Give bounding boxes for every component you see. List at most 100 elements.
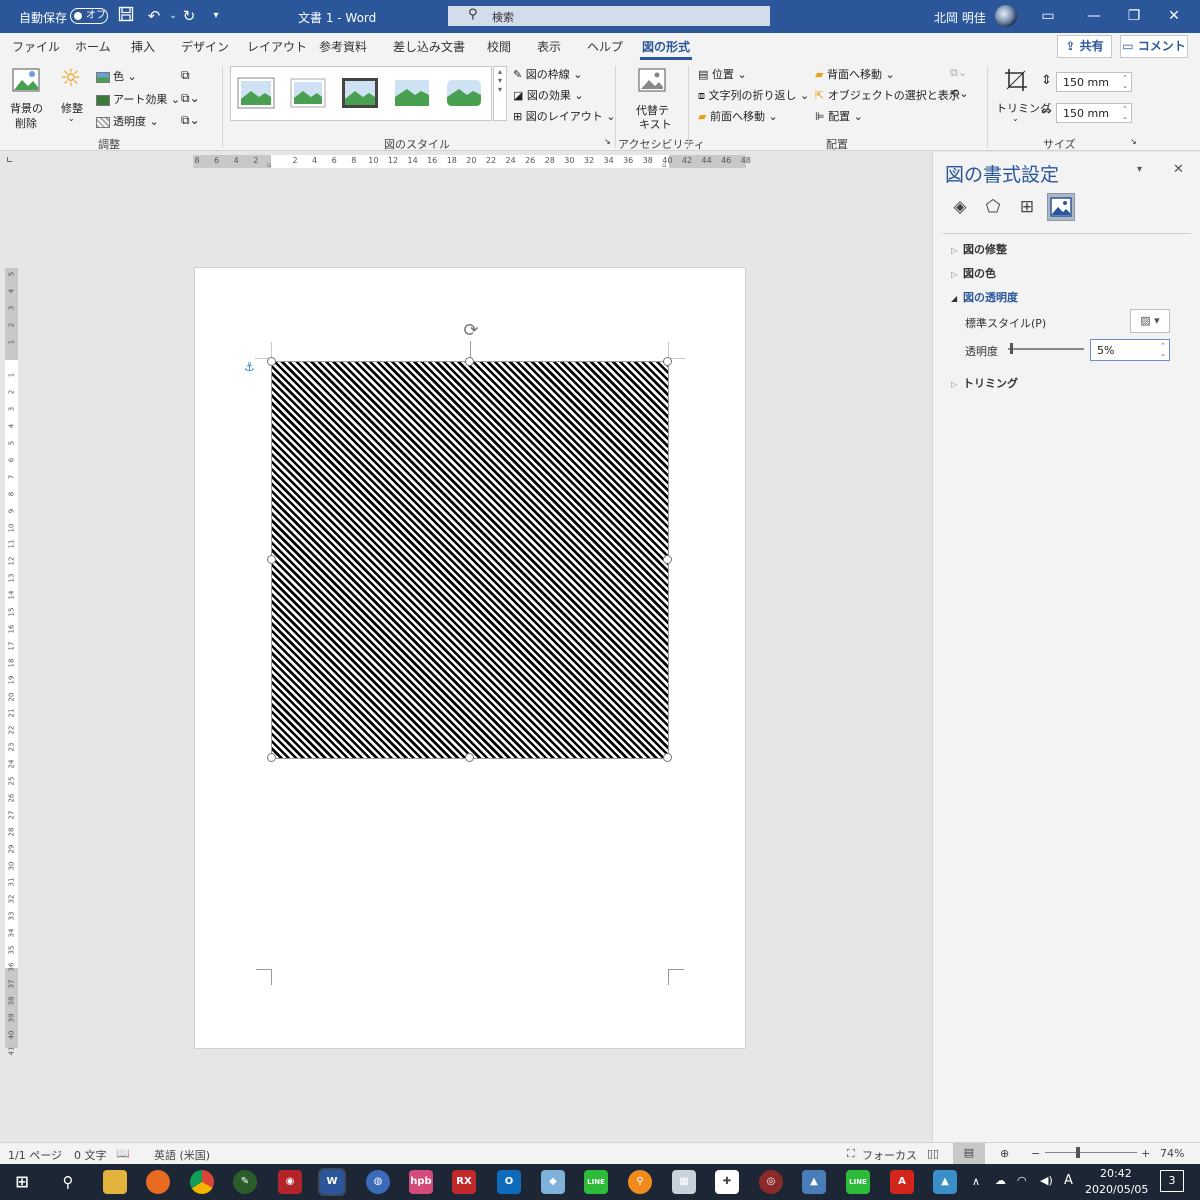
- word-count[interactable]: 0 文字: [74, 1147, 107, 1163]
- line-icon[interactable]: LINE: [584, 1170, 608, 1194]
- zoom-slider-thumb[interactable]: [1076, 1147, 1080, 1158]
- slack-icon[interactable]: ✚: [715, 1170, 739, 1194]
- autosave-toggle[interactable]: オフ: [70, 8, 108, 24]
- picture-style-1[interactable]: [237, 75, 275, 111]
- line-icon[interactable]: LINE: [846, 1170, 870, 1194]
- change-picture-icon[interactable]: ⧉⌄: [181, 91, 200, 106]
- right-indent-marker-icon[interactable]: ⌂: [662, 161, 666, 169]
- picture-layout-button[interactable]: ⊞ 図のレイアウト ⌄: [513, 108, 615, 124]
- web-layout-icon[interactable]: ⊕: [1000, 1147, 1009, 1160]
- group-objects-icon[interactable]: ⧉⌄: [950, 66, 967, 80]
- vertical-ruler[interactable]: 5 4 3 2 1 1 2 3 4 5 6 7 8 9 10 11 12 13 14 15 16 17 18 19 20 21 22…: [5, 268, 18, 1056]
- compress-pictures-icon[interactable]: ⧉: [181, 68, 190, 83]
- print-layout-icon[interactable]: ▤: [953, 1143, 985, 1164]
- picture-style-2[interactable]: [289, 75, 327, 111]
- transparency-spinner[interactable]: ⌃ ⌄: [1160, 342, 1166, 358]
- app-icon[interactable]: ◉: [278, 1170, 302, 1194]
- app-icon[interactable]: ◆: [541, 1170, 565, 1194]
- fill-line-tab-icon[interactable]: ◈: [947, 194, 973, 220]
- customize-qat-icon[interactable]: ▾: [206, 6, 226, 26]
- notifications-icon[interactable]: 3: [1160, 1170, 1184, 1192]
- transparency-button[interactable]: 透明度 ⌄: [96, 113, 159, 129]
- clock-time[interactable]: 20:42: [1100, 1167, 1132, 1180]
- tab-file[interactable]: ファイル: [12, 38, 60, 55]
- photos-icon[interactable]: ▲: [802, 1170, 826, 1194]
- position-button[interactable]: ▤ 位置 ⌄: [698, 66, 747, 82]
- clock-date[interactable]: 2020/05/05: [1085, 1183, 1148, 1196]
- zoom-level[interactable]: 74%: [1160, 1147, 1184, 1160]
- bring-forward-button[interactable]: ▰ 前面へ移動 ⌄: [698, 108, 778, 124]
- app-icon[interactable]: ✎: [233, 1170, 257, 1194]
- align-button[interactable]: ⊫ 配置 ⌄: [815, 108, 863, 124]
- ime-indicator[interactable]: A: [1064, 1173, 1073, 1188]
- tab-review[interactable]: 校閲: [487, 38, 511, 55]
- picture-border-button[interactable]: ✎ 図の枠線 ⌄: [513, 66, 582, 82]
- wrap-text-button[interactable]: ⧈ 文字列の折り返し ⌄: [698, 87, 809, 103]
- transparency-input[interactable]: 5% ⌃ ⌄: [1090, 339, 1170, 361]
- height-spinner[interactable]: ⌃ ⌄: [1122, 74, 1128, 90]
- resize-handle-bottom-left[interactable]: [267, 753, 276, 762]
- focus-icon[interactable]: ⛶: [847, 1147, 855, 1161]
- proofing-icon[interactable]: 📖: [116, 1147, 130, 1160]
- remove-background-button[interactable]: 背景の 削除: [6, 64, 46, 132]
- firefox-icon[interactable]: [146, 1170, 170, 1194]
- rx-icon[interactable]: RX: [452, 1170, 476, 1194]
- tab-help[interactable]: ヘルプ: [587, 38, 623, 55]
- art-effects-button[interactable]: アート効果 ⌄: [96, 91, 180, 107]
- language[interactable]: 英語 (米国): [154, 1147, 210, 1163]
- transparency-presets-button[interactable]: ▨ ▾: [1130, 309, 1170, 333]
- alt-text-button[interactable]: 代替テ キスト: [630, 64, 676, 132]
- pane-close-icon[interactable]: ✕: [1173, 162, 1184, 177]
- resize-handle-left[interactable]: [267, 555, 276, 564]
- tab-layout[interactable]: レイアウト: [247, 38, 307, 55]
- windows-start-icon[interactable]: ⊞: [10, 1170, 34, 1194]
- user-name[interactable]: 北岡 明佳: [934, 9, 986, 26]
- anchor-icon[interactable]: ⚓: [244, 360, 256, 374]
- search-input[interactable]: ⚲ 検索: [448, 6, 770, 26]
- height-field[interactable]: 150 mm ⌃ ⌄: [1056, 72, 1132, 92]
- read-mode-icon[interactable]: ▯▯: [927, 1147, 939, 1160]
- tab-home[interactable]: ホーム: [75, 38, 111, 55]
- resize-handle-right[interactable]: [663, 555, 672, 564]
- color-button[interactable]: 色 ⌄: [96, 68, 137, 84]
- save-icon[interactable]: [116, 6, 136, 26]
- pane-options-icon[interactable]: ▾: [1137, 164, 1142, 175]
- focus-mode[interactable]: フォーカス: [862, 1147, 917, 1163]
- zoom-slider[interactable]: [1045, 1152, 1137, 1153]
- resize-handle-bottom[interactable]: [465, 753, 474, 762]
- app-icon[interactable]: ◎: [759, 1170, 783, 1194]
- selection-pane-button[interactable]: ⇱ オブジェクトの選択と表示: [815, 87, 960, 103]
- resize-handle-top-right[interactable]: [663, 357, 672, 366]
- transparency-slider[interactable]: [1008, 348, 1084, 350]
- picture-style-4[interactable]: [393, 75, 431, 111]
- horizontal-ruler[interactable]: 8 6 4 2 2 4 6 8 10 12 14 16 18 20 22 24 26 28 30 32 34 36 38 40…: [193, 155, 751, 169]
- ribbon-display-icon[interactable]: ▭: [1038, 8, 1058, 24]
- resize-handle-bottom-right[interactable]: [663, 753, 672, 762]
- picture-style-3[interactable]: [341, 75, 379, 111]
- search-tool-icon[interactable]: ⚲: [628, 1170, 652, 1194]
- section-picture-transparency[interactable]: ◢ 図の透明度: [951, 289, 1018, 305]
- redo-icon[interactable]: ↻: [179, 6, 199, 26]
- tab-picture-format[interactable]: 図の形式: [642, 38, 690, 55]
- outlook-icon[interactable]: O: [497, 1170, 521, 1194]
- tab-insert[interactable]: 挿入: [131, 38, 155, 55]
- tab-references[interactable]: 参考資料: [319, 38, 367, 55]
- dialog-launcher-icon[interactable]: ↘: [1130, 137, 1137, 146]
- picture-tab-icon[interactable]: [1047, 193, 1075, 221]
- tab-selector-icon[interactable]: ∟: [6, 156, 18, 168]
- resize-handle-top-left[interactable]: [267, 357, 276, 366]
- chrome-icon[interactable]: [190, 1170, 214, 1194]
- page-count[interactable]: 1/1 ページ: [8, 1147, 62, 1163]
- undo-icon[interactable]: ↶: [144, 6, 164, 26]
- avatar[interactable]: [995, 5, 1017, 27]
- reset-picture-icon[interactable]: ⧉⌄: [181, 113, 200, 128]
- zoom-in-icon[interactable]: +: [1141, 1147, 1150, 1160]
- minimize-icon[interactable]: —: [1084, 8, 1104, 24]
- indent-marker-icon[interactable]: ⌂: [267, 161, 271, 169]
- send-backward-button[interactable]: ▰ 背面へ移動 ⌄: [815, 66, 895, 82]
- taskbar-search-icon[interactable]: ⚲: [56, 1170, 80, 1194]
- wifi-icon[interactable]: ◠: [1017, 1174, 1027, 1187]
- restore-icon[interactable]: ❐: [1124, 8, 1144, 24]
- hpb-icon[interactable]: hpb: [409, 1170, 433, 1194]
- layout-properties-tab-icon[interactable]: ⊞: [1014, 194, 1040, 220]
